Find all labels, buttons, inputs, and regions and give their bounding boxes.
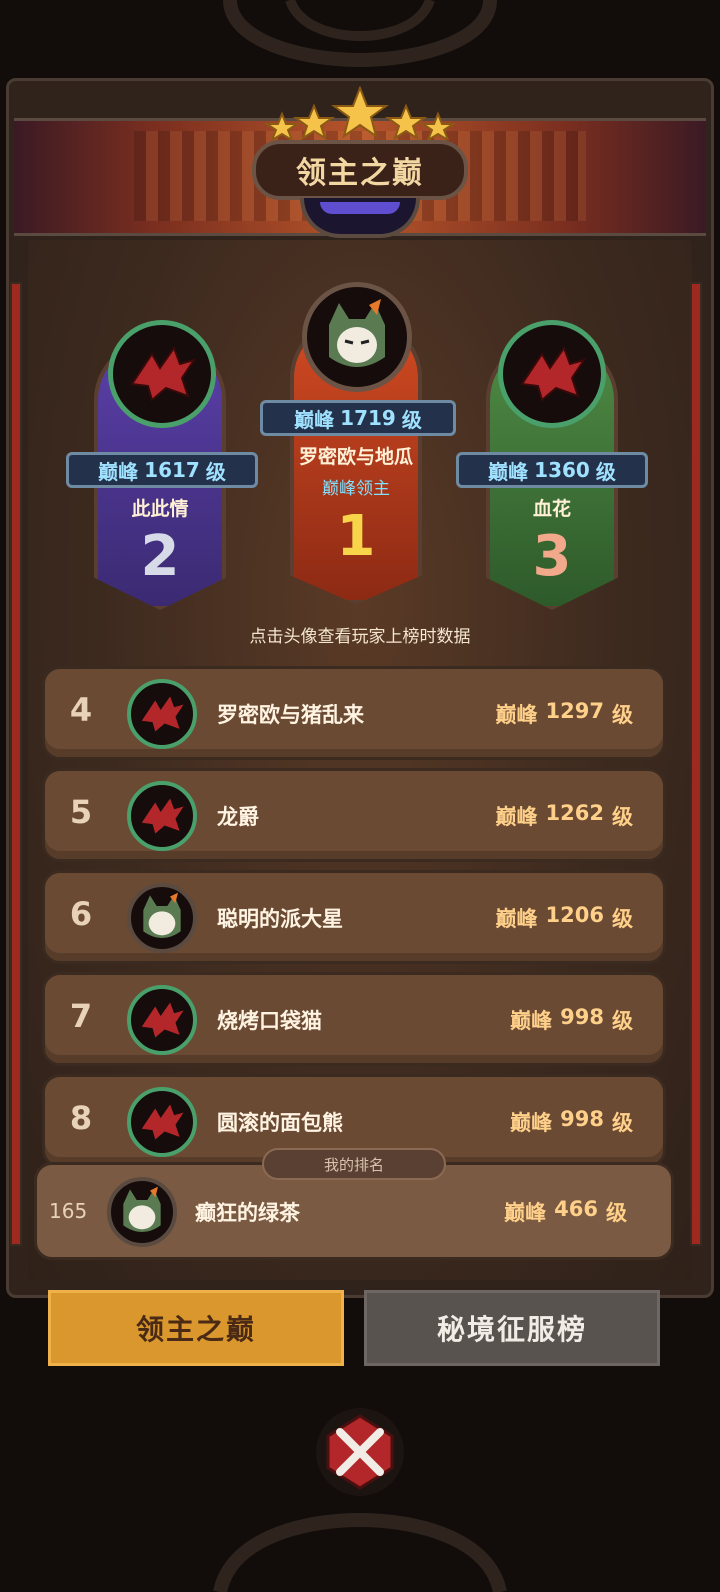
player-title-rank-1: 巅峰领主 bbox=[322, 479, 390, 499]
player-name: 圆滚的面包熊 bbox=[217, 1111, 343, 1135]
player-name: 聪明的派大星 bbox=[217, 907, 343, 931]
left-rail bbox=[10, 282, 22, 1246]
rank-number: 7 bbox=[69, 997, 93, 1035]
player-level: 巅峰 1297 级 bbox=[495, 699, 633, 727]
tab-lord-summit[interactable]: 领主之巅 bbox=[48, 1290, 344, 1366]
podium-rank-2[interactable]: 巅峰 1617 级 此此情 2 bbox=[66, 310, 258, 620]
tab-bar: 领主之巅 秘境征服榜 bbox=[32, 1282, 688, 1372]
red-dragon-icon bbox=[141, 696, 184, 732]
player-level: 巅峰 1206 级 bbox=[495, 903, 633, 931]
fox-hood-icon bbox=[143, 892, 181, 938]
my-rank-number: 165 bbox=[49, 1199, 88, 1223]
table-row[interactable]: 6 聪明的派大星 巅峰 1206 级 bbox=[42, 870, 666, 964]
rank-number-2: 2 bbox=[140, 524, 180, 589]
table-row[interactable]: 5 龙爵 巅峰 1262 级 bbox=[42, 768, 666, 862]
level-badge-rank-1: 巅峰 1719 级 bbox=[260, 400, 456, 436]
rank-number: 5 bbox=[69, 793, 93, 831]
my-rank-label: 我的排名 bbox=[262, 1148, 446, 1180]
avatar[interactable] bbox=[127, 1087, 197, 1157]
red-dragon-icon bbox=[130, 345, 197, 402]
player-name: 烧烤口袋猫 bbox=[217, 1009, 322, 1033]
red-dragon-icon bbox=[141, 798, 184, 834]
player-name-rank-2: 此此情 bbox=[131, 498, 189, 520]
avatar-rank-1[interactable] bbox=[302, 282, 412, 392]
my-player-level: 巅峰 466 级 bbox=[504, 1197, 627, 1225]
fox-hood-icon bbox=[123, 1186, 161, 1232]
player-name-rank-1: 罗密欧与地瓜 bbox=[298, 446, 413, 468]
avatar[interactable] bbox=[127, 985, 197, 1055]
player-name: 龙爵 bbox=[217, 805, 259, 829]
avatar[interactable] bbox=[127, 883, 197, 953]
my-player-name: 癫狂的绿茶 bbox=[195, 1201, 300, 1225]
rank-number-3: 3 bbox=[532, 524, 572, 589]
avatar-rank-3[interactable] bbox=[498, 320, 606, 428]
player-name-rank-3: 血花 bbox=[532, 498, 571, 520]
red-dragon-icon bbox=[141, 1104, 184, 1140]
fox-hood-icon bbox=[329, 299, 385, 367]
rank-number: 6 bbox=[69, 895, 93, 933]
stars-icon bbox=[263, 86, 457, 140]
podium-rank-1[interactable]: 巅峰 1719 级 罗密欧与地瓜 巅峰领主 1 bbox=[260, 278, 456, 608]
rank-number-1: 1 bbox=[336, 504, 376, 569]
bottom-ornament bbox=[213, 1512, 507, 1592]
rank-number: 4 bbox=[69, 691, 93, 729]
top-ornament bbox=[223, 0, 497, 68]
avatar[interactable] bbox=[127, 781, 197, 851]
player-level: 巅峰 998 级 bbox=[510, 1005, 633, 1033]
level-badge-rank-2: 巅峰 1617 级 bbox=[66, 452, 258, 488]
my-avatar[interactable] bbox=[107, 1177, 177, 1247]
level-badge-rank-3: 巅峰 1360 级 bbox=[456, 452, 648, 488]
red-dragon-icon bbox=[520, 345, 587, 402]
player-level: 巅峰 998 级 bbox=[510, 1107, 633, 1135]
tab-secret-realm[interactable]: 秘境征服榜 bbox=[364, 1290, 660, 1366]
player-level: 巅峰 1262 级 bbox=[495, 801, 633, 829]
page-title: 领主之巅 bbox=[252, 140, 468, 200]
right-rail bbox=[690, 282, 702, 1246]
hint-text: 点击头像查看玩家上榜时数据 bbox=[249, 627, 471, 647]
crossed-swords-close-icon[interactable] bbox=[314, 1406, 406, 1498]
avatar[interactable] bbox=[127, 679, 197, 749]
red-dragon-icon bbox=[141, 1002, 184, 1038]
table-row[interactable]: 4 罗密欧与猪乱来 巅峰 1297 级 bbox=[42, 666, 666, 760]
podium-rank-3[interactable]: 巅峰 1360 级 血花 3 bbox=[456, 310, 648, 620]
player-name: 罗密欧与猪乱来 bbox=[217, 703, 364, 727]
rank-number: 8 bbox=[69, 1099, 93, 1137]
table-row[interactable]: 7 烧烤口袋猫 巅峰 998 级 bbox=[42, 972, 666, 1066]
avatar-rank-2[interactable] bbox=[108, 320, 216, 428]
